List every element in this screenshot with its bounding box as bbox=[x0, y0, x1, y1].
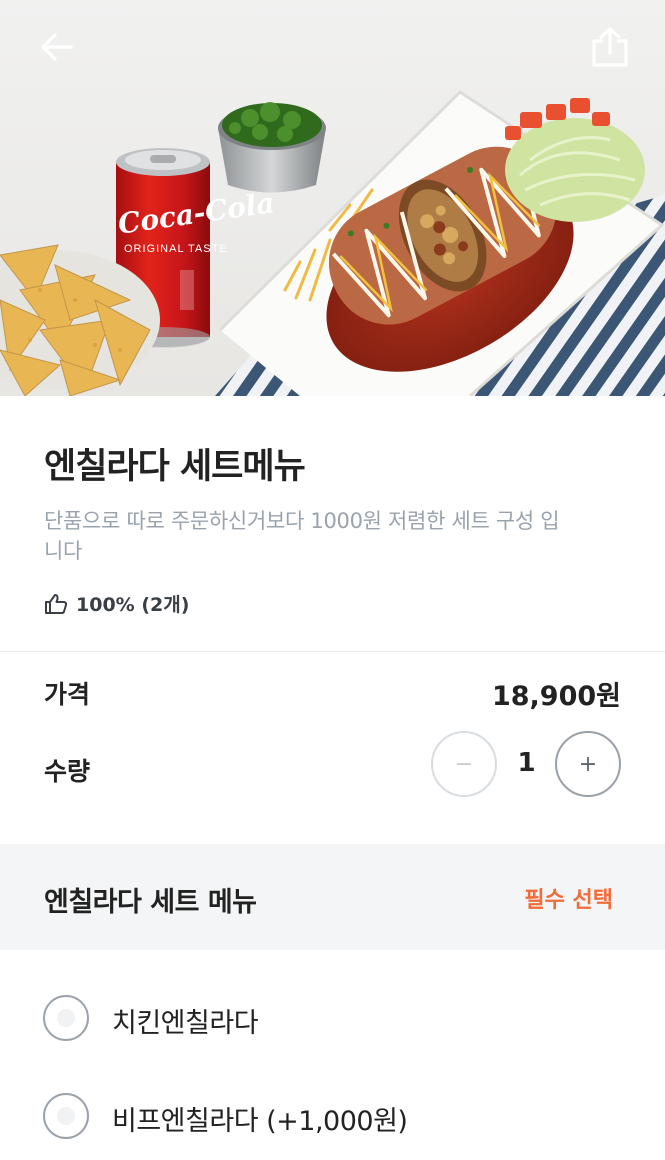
arrow-left-icon bbox=[41, 33, 73, 61]
option-group-header: 엔칠라다 세트 메뉴 필수 선택 bbox=[0, 844, 665, 950]
minus-icon: − bbox=[454, 751, 474, 777]
required-badge: 필수 선택 bbox=[524, 888, 613, 913]
quantity-value: 1 bbox=[517, 748, 536, 778]
product-description: 단품으로 따로 주문하신거보다 1000원 저렴한 세트 구성 입니다 bbox=[44, 509, 560, 563]
option-chicken-enchilada[interactable]: 치킨엔칠라다 bbox=[0, 973, 665, 1063]
thumbs-up-icon bbox=[45, 593, 68, 614]
divider bbox=[0, 651, 665, 652]
quantity-decrease-button[interactable]: − bbox=[431, 731, 497, 797]
radio-button[interactable] bbox=[43, 1093, 89, 1139]
radio-button[interactable] bbox=[43, 995, 89, 1041]
option-group-title: 엔칠라다 세트 메뉴 bbox=[44, 887, 257, 918]
product-info: 엔칠라다 세트메뉴 단품으로 따로 주문하신거보다 1000원 저렴한 세트 구… bbox=[0, 396, 665, 652]
likes-text: 100% (2개) bbox=[76, 594, 190, 616]
back-button[interactable] bbox=[32, 22, 82, 72]
plus-icon: + bbox=[578, 751, 598, 777]
option-label: 치킨엔칠라다 bbox=[112, 1008, 259, 1039]
product-title: 엔칠라다 세트메뉴 bbox=[44, 447, 306, 487]
option-label: 비프엔칠라다 (+1,000원) bbox=[112, 1106, 408, 1137]
radio-dot bbox=[57, 1107, 75, 1125]
option-beef-enchilada[interactable]: 비프엔칠라다 (+1,000원) bbox=[0, 1071, 665, 1160]
price-label: 가격 bbox=[44, 680, 91, 709]
product-hero-image: Coca-Cola ORIGINAL TASTE bbox=[0, 0, 665, 396]
quantity-label: 수량 bbox=[44, 757, 91, 786]
price-value: 18,900원 bbox=[491, 681, 621, 712]
food-photo: Coca-Cola ORIGINAL TASTE bbox=[0, 0, 665, 396]
likes-summary: 100% (2개) bbox=[44, 590, 189, 617]
radio-dot bbox=[57, 1009, 75, 1027]
share-button[interactable] bbox=[585, 22, 635, 72]
can-subtext: ORIGINAL TASTE bbox=[124, 243, 228, 255]
quantity-increase-button[interactable]: + bbox=[555, 731, 621, 797]
share-icon bbox=[592, 27, 628, 67]
